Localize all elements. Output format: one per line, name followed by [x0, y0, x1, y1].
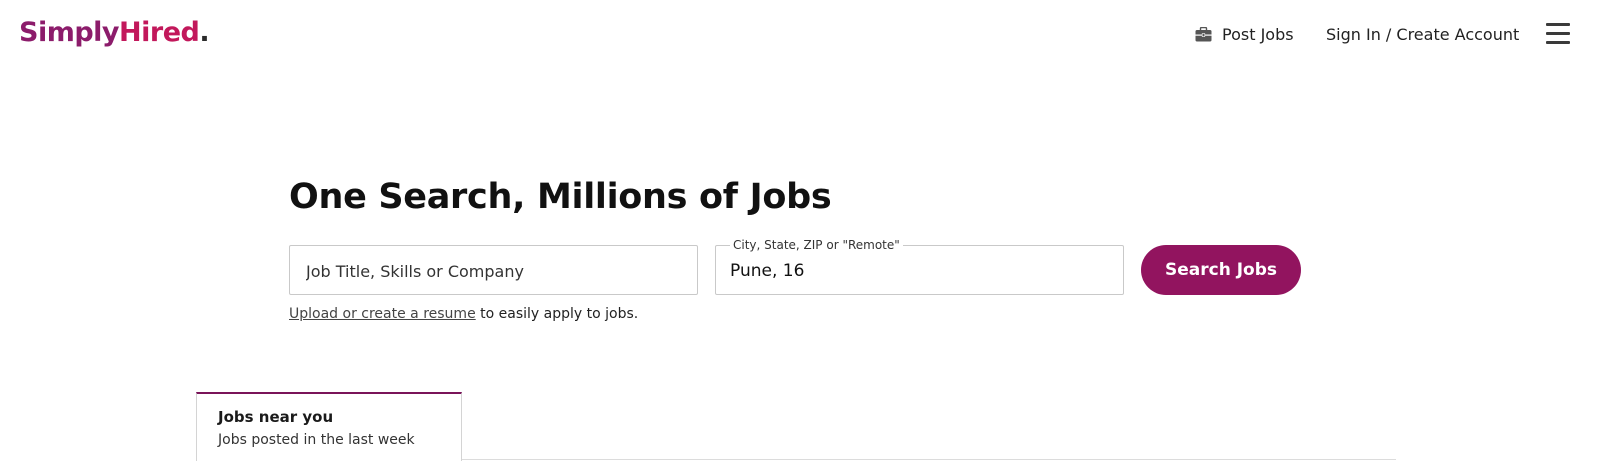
job-title-input[interactable]: [290, 246, 697, 294]
logo-dot: .: [199, 17, 210, 48]
search-jobs-button[interactable]: Search Jobs: [1141, 245, 1301, 295]
tab-title: Jobs near you: [218, 408, 334, 426]
sign-in-create-account-link[interactable]: Sign In / Create Account: [1326, 22, 1519, 46]
resume-prompt-suffix: to easily apply to jobs.: [475, 306, 639, 322]
simplyhired-logo[interactable]: SimplyHired.: [19, 13, 210, 53]
page: SimplyHired. Post Jobs Sign In / Create …: [0, 0, 1600, 461]
logo-hired-text: Hired: [119, 17, 200, 48]
post-jobs-label: Post Jobs: [1222, 24, 1294, 44]
briefcase-icon: [1195, 26, 1212, 42]
location-input[interactable]: [716, 246, 1123, 294]
tab-jobs-near-you[interactable]: Jobs near you Jobs posted in the last we…: [196, 392, 462, 461]
location-field: City, State, ZIP or "Remote": [715, 238, 1124, 295]
resume-prompt: Upload or create a resume to easily appl…: [289, 304, 638, 324]
tab-subtitle: Jobs posted in the last week: [218, 432, 415, 448]
page-title: One Search, Millions of Jobs: [289, 177, 832, 217]
job-title-field: [289, 245, 698, 295]
post-jobs-link[interactable]: Post Jobs: [1195, 22, 1294, 46]
logo-simply-text: Simply: [19, 17, 120, 48]
upload-resume-link[interactable]: Upload or create a resume: [289, 306, 476, 322]
hamburger-menu-icon[interactable]: [1546, 23, 1570, 45]
